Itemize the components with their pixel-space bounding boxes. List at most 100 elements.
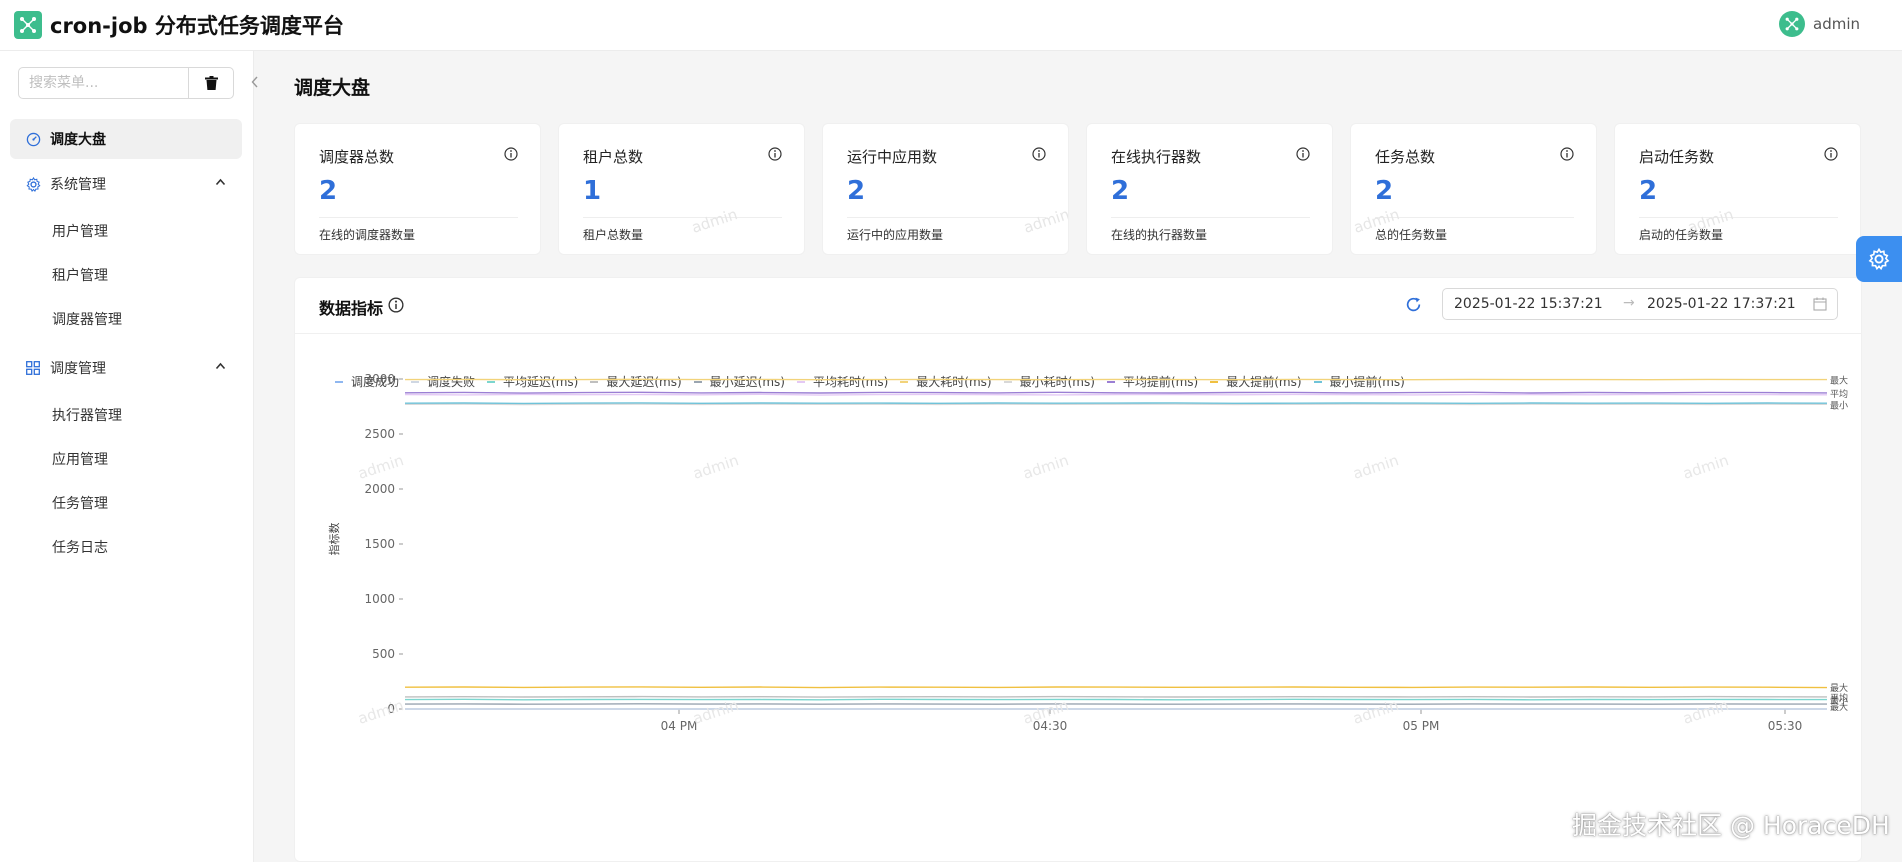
stat-card-desc: 在线的执行器数量	[1111, 228, 1208, 242]
sidebar-item-task-management[interactable]: 任务管理	[10, 483, 242, 523]
info-icon[interactable]	[504, 147, 518, 161]
watermark: admin	[691, 696, 741, 728]
sidebar-item-label: 执行器管理	[52, 408, 122, 424]
sidebar-item-executor-management[interactable]: 执行器管理	[10, 395, 242, 435]
series-end-label: 最大	[1830, 375, 1848, 387]
sidebar-item-label: 任务日志	[52, 540, 108, 556]
user-menu[interactable]: admin	[1779, 11, 1860, 37]
range-start-input[interactable]: 2025-01-22 15:37:21	[1454, 296, 1603, 312]
network-icon	[20, 17, 36, 33]
stat-card-title: 任务总数	[1375, 148, 1436, 166]
watermark: admin	[356, 696, 406, 728]
watermark: admin	[1681, 696, 1731, 728]
range-end-input[interactable]: 2025-01-22 17:37:21	[1647, 296, 1796, 312]
sidebar-item-system[interactable]: 系统管理	[10, 164, 242, 204]
sidebar-item-label: 调度大盘	[50, 132, 106, 148]
sidebar-item-label: 租户管理	[52, 268, 108, 284]
stat-card-started-tasks: 启动任务数 2 启动的任务数量 admin	[1614, 123, 1861, 255]
divider	[1111, 217, 1310, 218]
sidebar: 调度大盘 系统管理 用户管理 租户管理 调度器管理 调度管	[0, 51, 258, 862]
date-range-picker[interactable]: 2025-01-22 15:37:21 → 2025-01-22 17:37:2…	[1442, 288, 1838, 320]
stat-card-desc: 总的任务数量	[1375, 228, 1448, 242]
y-tick-label: 2500	[364, 427, 395, 441]
dashboard-icon	[26, 132, 41, 146]
sidebar-item-app-management[interactable]: 应用管理	[10, 439, 242, 479]
series-line	[404, 393, 1828, 396]
x-tick-label: 05:30	[1768, 719, 1803, 733]
stat-card-title: 运行中应用数	[847, 148, 938, 166]
info-icon[interactable]	[1032, 147, 1046, 161]
stat-card-value: 2	[319, 176, 338, 206]
metrics-title: 数据指标	[319, 299, 384, 318]
watermark: admin	[1681, 451, 1731, 483]
arrow-right-icon: →	[1623, 295, 1635, 311]
stat-card-value: 2	[847, 176, 866, 206]
sidebar-item-label: 用户管理	[52, 224, 108, 240]
sidebar-item-label: 调度管理	[50, 361, 106, 377]
stat-card-running-apps: 运行中应用数 2 运行中的应用数量 admin	[822, 123, 1069, 255]
page-title: 调度大盘	[294, 77, 371, 99]
sidebar-item-user-management[interactable]: 用户管理	[10, 211, 242, 251]
gear-icon	[26, 176, 41, 192]
x-tick-label: 05 PM	[1403, 719, 1440, 733]
chevron-up-icon[interactable]	[215, 178, 226, 186]
info-icon[interactable]	[1560, 147, 1574, 161]
clear-search-button[interactable]	[188, 67, 234, 99]
info-icon[interactable]	[768, 147, 782, 161]
watermark: admin	[356, 451, 406, 483]
app-header: cron-job 分布式任务调度平台 admin	[0, 0, 1902, 51]
series-end-label: 最小	[1830, 400, 1848, 411]
series-end-label: 最大	[1830, 701, 1848, 713]
gear-icon	[1868, 248, 1890, 270]
sidebar-item-dashboard[interactable]: 调度大盘	[10, 119, 242, 159]
x-tick-label: 04 PM	[661, 719, 698, 733]
sidebar-item-task-log[interactable]: 任务日志	[10, 527, 242, 567]
stat-card-desc: 在线的调度器数量	[319, 228, 416, 242]
y-axis-label: 指标数	[327, 523, 341, 556]
stat-card-value: 1	[583, 176, 602, 206]
series-line	[404, 391, 1828, 394]
stat-card-title: 启动任务数	[1639, 148, 1715, 166]
y-tick-label: 3000	[364, 372, 395, 386]
network-icon	[1785, 17, 1799, 31]
avatar[interactable]	[1779, 11, 1805, 37]
info-icon[interactable]	[388, 297, 404, 313]
watermark: admin	[1021, 451, 1071, 483]
username[interactable]: admin	[1813, 15, 1860, 33]
watermark: admin	[691, 451, 741, 483]
stat-card-schedulers: 调度器总数 2 在线的调度器数量	[294, 123, 541, 255]
sidebar-item-scheduling[interactable]: 调度管理	[10, 348, 242, 388]
stat-card-value: 2	[1375, 176, 1394, 206]
stat-card-online-executors: 在线执行器数 2 在线的执行器数量	[1086, 123, 1333, 255]
y-tick-label: 1000	[364, 592, 395, 606]
calendar-icon[interactable]	[1813, 297, 1827, 311]
sidebar-item-scheduler-management[interactable]: 调度器管理	[10, 299, 242, 339]
divider	[1639, 217, 1838, 218]
series-line	[404, 695, 1828, 698]
series-line	[404, 402, 1828, 405]
refresh-icon[interactable]	[1405, 296, 1422, 313]
series-line	[404, 403, 1828, 406]
stat-card-value: 2	[1111, 176, 1130, 206]
stat-card-title: 租户总数	[583, 148, 644, 166]
divider	[319, 217, 518, 218]
divider	[1375, 217, 1574, 218]
info-icon[interactable]	[1824, 147, 1838, 161]
main-content: 调度大盘 调度器总数 2 在线的调度器数量 租户总数 1 租户总数量 admin…	[254, 51, 1902, 862]
series-end-label: 最大	[1830, 682, 1848, 694]
info-icon[interactable]	[1296, 147, 1310, 161]
y-tick-label: 1500	[364, 537, 395, 551]
trash-icon	[204, 76, 218, 90]
series-line	[404, 686, 1828, 689]
stat-card-desc: 运行中的应用数量	[847, 228, 944, 242]
metrics-panel-header: 数据指标 2025-01-22 15:37:21 → 2025-01-22 17…	[295, 278, 1861, 334]
chevron-up-icon[interactable]	[215, 362, 226, 370]
sidebar-item-tenant-management[interactable]: 租户管理	[10, 255, 242, 295]
menu-search-input[interactable]	[18, 67, 189, 99]
stat-card-desc: 租户总数量	[583, 228, 644, 242]
stat-card-tasks: 任务总数 2 总的任务数量 admin	[1350, 123, 1597, 255]
divider	[847, 217, 1046, 218]
metrics-line-chart: 050010001500200025003000指标数04 PM 04:30 05 …	[327, 372, 1848, 733]
settings-button[interactable]	[1856, 236, 1902, 282]
series-line	[404, 698, 1828, 701]
